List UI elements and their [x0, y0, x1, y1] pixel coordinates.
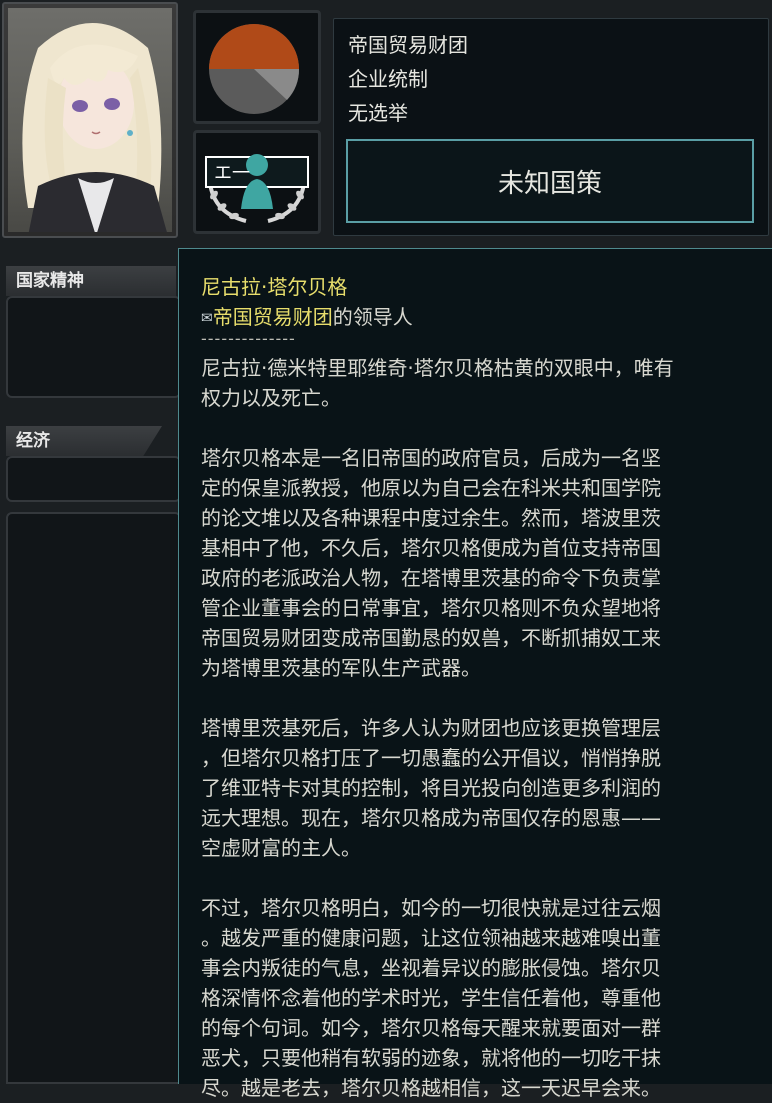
leader-tooltip: 尼古拉·塔尔贝格 ✉帝国贸易财团的领导人 -------------- 尼古拉·…: [178, 248, 772, 1100]
tooltip-leader-role: ✉帝国贸易财团的领导人: [201, 301, 413, 330]
economy-slot[interactable]: [6, 456, 181, 502]
national-focus-button[interactable]: 未知国策: [346, 139, 754, 223]
mail-icon: ✉: [201, 310, 213, 327]
party-emblem-box[interactable]: エ一: [193, 130, 321, 234]
national-spirit-slot[interactable]: [6, 296, 181, 398]
economy-header: 经济: [6, 426, 162, 456]
leader-portrait: [8, 8, 172, 232]
elections-label[interactable]: 无选举: [348, 97, 408, 126]
ideology-label[interactable]: 企业统制: [348, 63, 428, 92]
tooltip-role-org: 帝国贸易财团: [212, 305, 333, 329]
national-focus-label: 未知国策: [497, 168, 602, 199]
ideology-pie-chart: [209, 24, 300, 114]
leader-portrait-frame[interactable]: [2, 2, 178, 238]
lower-left-panel: [6, 512, 181, 1084]
pie-slice-primary: [209, 24, 299, 69]
party-emblem-icon: エ一: [205, 154, 309, 223]
tooltip-role-suffix: 的领导人: [332, 305, 413, 329]
national-spirit-header: 国家精神: [6, 266, 176, 296]
tooltip-leader-name: 尼古拉·塔尔贝格: [201, 275, 348, 299]
tooltip-biography: 尼古拉·德米特里耶维奇·塔尔贝格枯黄的双眼中，唯有 权力以及死亡。 塔尔贝格本是…: [201, 356, 674, 1100]
leader-portrait-icon: [22, 23, 167, 232]
party-emblem-text: エ一: [214, 163, 250, 184]
party-name[interactable]: 帝国贸易财团: [348, 29, 468, 58]
ideology-chart-box[interactable]: [193, 10, 321, 124]
tooltip-separator: --------------: [201, 329, 296, 348]
country-info-box: 帝国贸易财团 企业统制 无选举 未知国策: [333, 18, 769, 236]
